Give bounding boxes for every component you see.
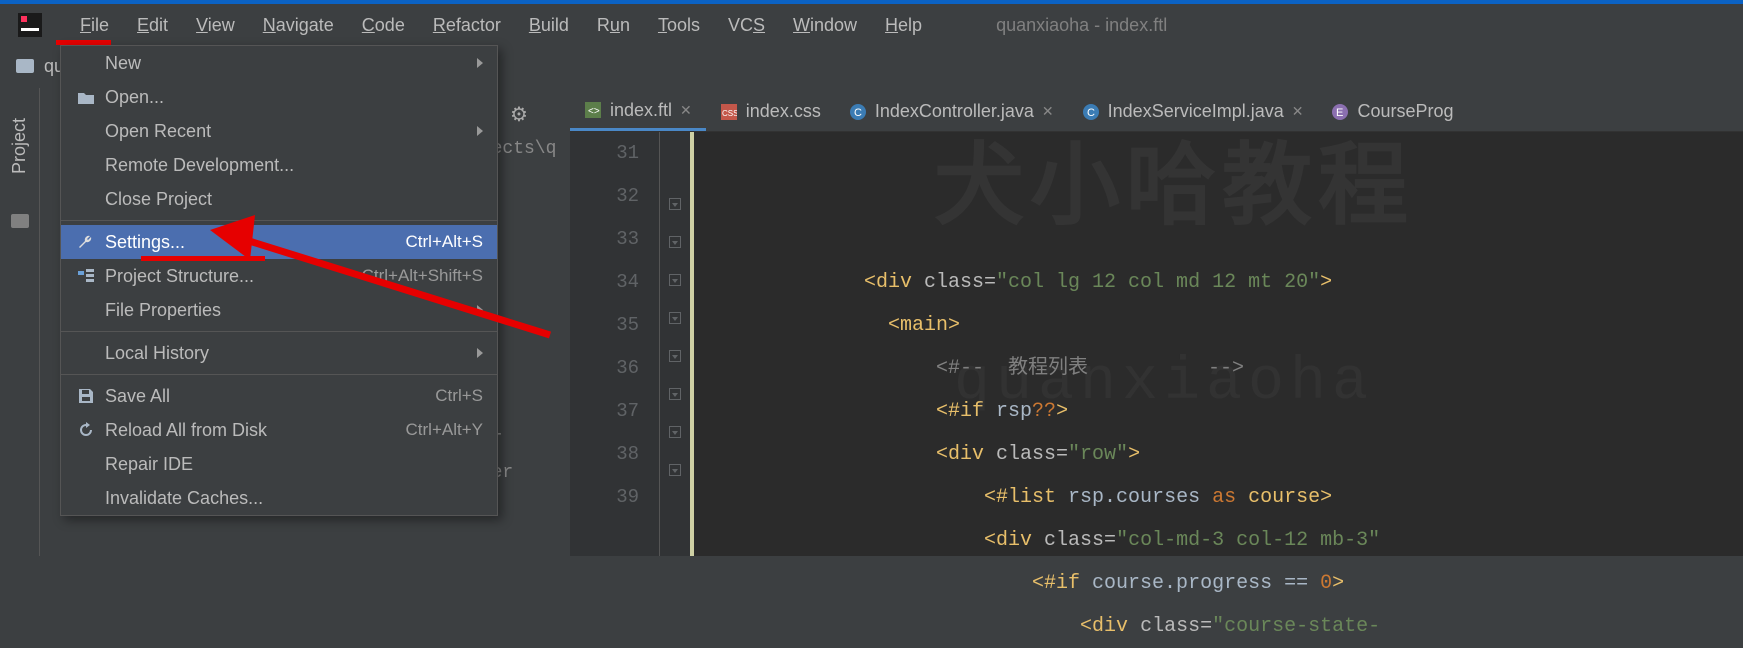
menu-view[interactable]: View: [182, 9, 249, 42]
fold-marker[interactable]: [669, 350, 681, 362]
tab-index-controller[interactable]: C IndexController.java ✕: [835, 92, 1068, 131]
open-folder-icon: [75, 90, 97, 104]
code-editor[interactable]: 313233 343536 373839 犬小哈教程 quanxiaoha <d…: [570, 132, 1743, 556]
menu-help[interactable]: Help: [871, 9, 936, 42]
svg-text:E: E: [1336, 107, 1343, 119]
menu-close-project[interactable]: Close Project: [61, 182, 497, 216]
chevron-right-icon: [477, 305, 483, 315]
menu-refactor[interactable]: Refactor: [419, 9, 515, 42]
menu-build[interactable]: Build: [515, 9, 583, 42]
java-class-icon: C: [1082, 103, 1100, 121]
menu-file-properties[interactable]: File Properties: [61, 293, 497, 327]
chevron-right-icon: [477, 58, 483, 68]
fold-marker[interactable]: [669, 236, 681, 248]
fold-marker[interactable]: [669, 388, 681, 400]
menu-window[interactable]: Window: [779, 9, 871, 42]
menu-repair-ide[interactable]: Repair IDE: [61, 447, 497, 481]
code-content[interactable]: 犬小哈教程 quanxiaoha <div class="col lg 12 c…: [694, 132, 1743, 556]
tab-index-ftl[interactable]: <> index.ftl ✕: [570, 92, 706, 131]
svg-text:C: C: [854, 107, 862, 119]
menu-vcs[interactable]: VCS: [714, 9, 779, 42]
structure-icon: [75, 269, 97, 283]
save-icon: [75, 389, 97, 403]
ftl-file-icon: <>: [584, 101, 602, 119]
menu-navigate[interactable]: Navigate: [249, 9, 348, 42]
fold-strip: [660, 132, 690, 556]
fold-marker[interactable]: [669, 312, 681, 324]
java-enum-icon: E: [1331, 103, 1349, 121]
svg-text:C: C: [1087, 107, 1095, 119]
app-icon: [18, 13, 42, 37]
menu-open[interactable]: Open...: [61, 80, 497, 114]
project-folder-icon: [11, 214, 29, 228]
gear-icon[interactable]: ⚙: [510, 102, 528, 127]
menu-tools[interactable]: Tools: [644, 9, 714, 42]
wrench-icon: [75, 234, 97, 250]
menu-project-structure[interactable]: Project Structure... Ctrl+Alt+Shift+S: [61, 259, 497, 293]
menu-invalidate-caches[interactable]: Invalidate Caches...: [61, 481, 497, 515]
java-class-icon: C: [849, 103, 867, 121]
menu-new[interactable]: New: [61, 46, 497, 80]
fold-marker[interactable]: [669, 198, 681, 210]
menu-settings[interactable]: Settings... Ctrl+Alt+S: [61, 225, 497, 259]
tab-index-css[interactable]: CSS index.css: [706, 92, 835, 131]
tab-course-prog[interactable]: E CourseProg: [1317, 92, 1467, 131]
chevron-right-icon: [477, 126, 483, 136]
editor-tabs: <> index.ftl ✕ CSS index.css C IndexCont…: [570, 92, 1743, 132]
menu-local-history[interactable]: Local History: [61, 336, 497, 370]
menubar: File Edit View Navigate Code Refactor Bu…: [0, 4, 1743, 46]
svg-text:<>: <>: [588, 106, 600, 117]
css-file-icon: CSS: [720, 103, 738, 121]
menu-remote-dev[interactable]: Remote Development...: [61, 148, 497, 182]
left-tool-strip: Project: [0, 88, 40, 556]
fold-marker[interactable]: [669, 274, 681, 286]
folder-icon: [16, 59, 34, 73]
window-title: quanxiaoha - index.ftl: [996, 15, 1167, 36]
fold-marker[interactable]: [669, 464, 681, 476]
project-tool-button[interactable]: Project: [9, 118, 30, 174]
menu-run[interactable]: Run: [583, 9, 644, 42]
menu-file[interactable]: File: [66, 9, 123, 42]
menu-save-all[interactable]: Save All Ctrl+S: [61, 379, 497, 413]
chevron-right-icon: [477, 348, 483, 358]
close-icon[interactable]: ✕: [1042, 103, 1054, 120]
menu-reload-disk[interactable]: Reload All from Disk Ctrl+Alt+Y: [61, 413, 497, 447]
reload-icon: [75, 422, 97, 438]
svg-text:CSS: CSS: [722, 109, 737, 118]
menu-code[interactable]: Code: [348, 9, 419, 42]
menu-open-recent[interactable]: Open Recent: [61, 114, 497, 148]
menu-edit[interactable]: Edit: [123, 9, 182, 42]
file-menu-popup: New Open... Open Recent Remote Developme…: [60, 45, 498, 516]
close-icon[interactable]: ✕: [680, 102, 692, 119]
close-icon[interactable]: ✕: [1292, 103, 1304, 120]
fold-marker[interactable]: [669, 426, 681, 438]
line-gutter: 313233 343536 373839: [570, 132, 660, 556]
tab-index-service-impl[interactable]: C IndexServiceImpl.java ✕: [1068, 92, 1318, 131]
watermark: 犬小哈教程: [934, 172, 1414, 215]
